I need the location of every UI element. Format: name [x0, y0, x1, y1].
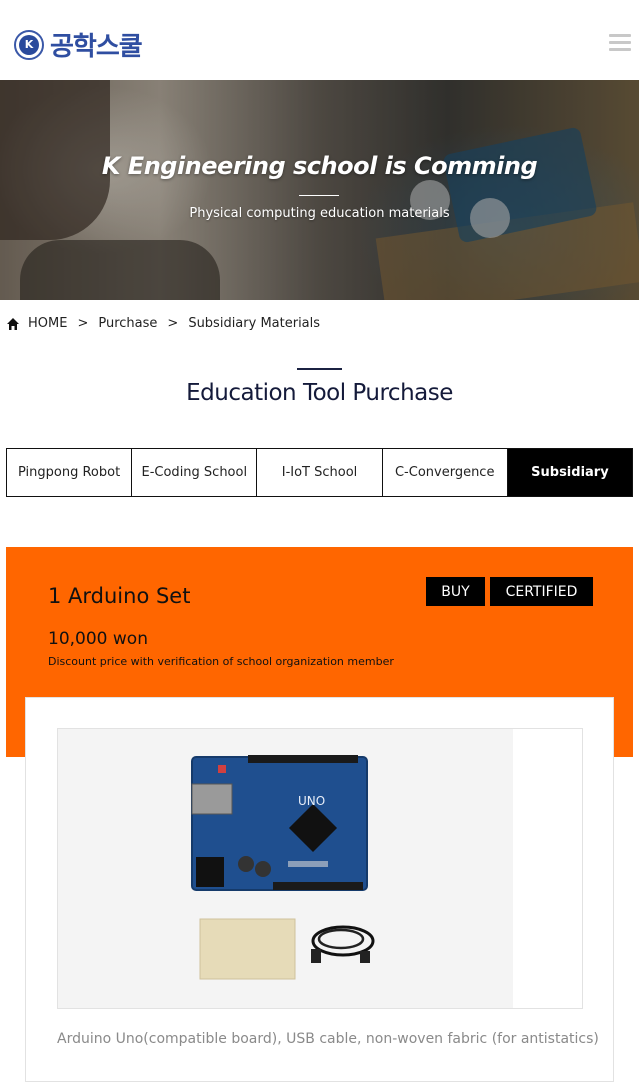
buy-button[interactable]: BUY: [426, 577, 485, 606]
site-logo[interactable]: K 공학스쿨: [14, 26, 143, 63]
product-image: UNO: [57, 728, 583, 1009]
product-caption: Arduino Uno(compatible board), USB cable…: [57, 1031, 599, 1047]
board-label: UNO: [298, 794, 325, 808]
usb-cable-illustration: [311, 925, 375, 963]
site-header: K 공학스쿨: [0, 0, 639, 80]
breadcrumb-current[interactable]: Subsidiary Materials: [188, 316, 320, 331]
certified-button[interactable]: CERTIFIED: [490, 577, 593, 606]
product-price: 10,000 won: [48, 629, 148, 649]
arduino-board-illustration: UNO: [191, 755, 368, 891]
breadcrumb-home[interactable]: HOME: [28, 316, 67, 331]
logo-emblem-letter: K: [24, 37, 34, 51]
breadcrumb-separator: >: [77, 316, 89, 331]
non-woven-fabric-illustration: [199, 918, 296, 980]
hero-subtitle: Physical computing education materials: [189, 206, 450, 221]
tab-subsidiary[interactable]: Subsidiary: [507, 449, 633, 496]
breadcrumb-purchase[interactable]: Purchase: [98, 316, 157, 331]
hero-divider: [299, 195, 339, 196]
breadcrumb-separator: >: [167, 316, 179, 331]
logo-text: 공학스쿨: [50, 32, 143, 62]
logo-emblem-icon: K: [14, 29, 44, 60]
hero-banner: K Engineering school is Comming Physical…: [0, 80, 639, 300]
home-icon[interactable]: [6, 317, 20, 331]
discount-note: Discount price with verification of scho…: [48, 655, 394, 668]
tab-i-iot-school[interactable]: I-IoT School: [257, 449, 383, 496]
page-title: Education Tool Purchase: [186, 380, 453, 406]
hero-title: K Engineering school is Comming: [101, 152, 538, 180]
tab-c-convergence[interactable]: C-Convergence: [382, 449, 508, 496]
section-title-rule: [297, 368, 342, 370]
breadcrumb: HOME > Purchase > Subsidiary Materials: [6, 316, 320, 331]
category-tabs: Pingpong Robot E-Coding School I-IoT Sch…: [6, 448, 633, 497]
tab-pingpong-robot[interactable]: Pingpong Robot: [7, 449, 133, 496]
tab-e-coding-school[interactable]: E-Coding School: [132, 449, 258, 496]
product-name: 1 Arduino Set: [48, 584, 191, 608]
hamburger-menu-icon[interactable]: [609, 34, 631, 51]
